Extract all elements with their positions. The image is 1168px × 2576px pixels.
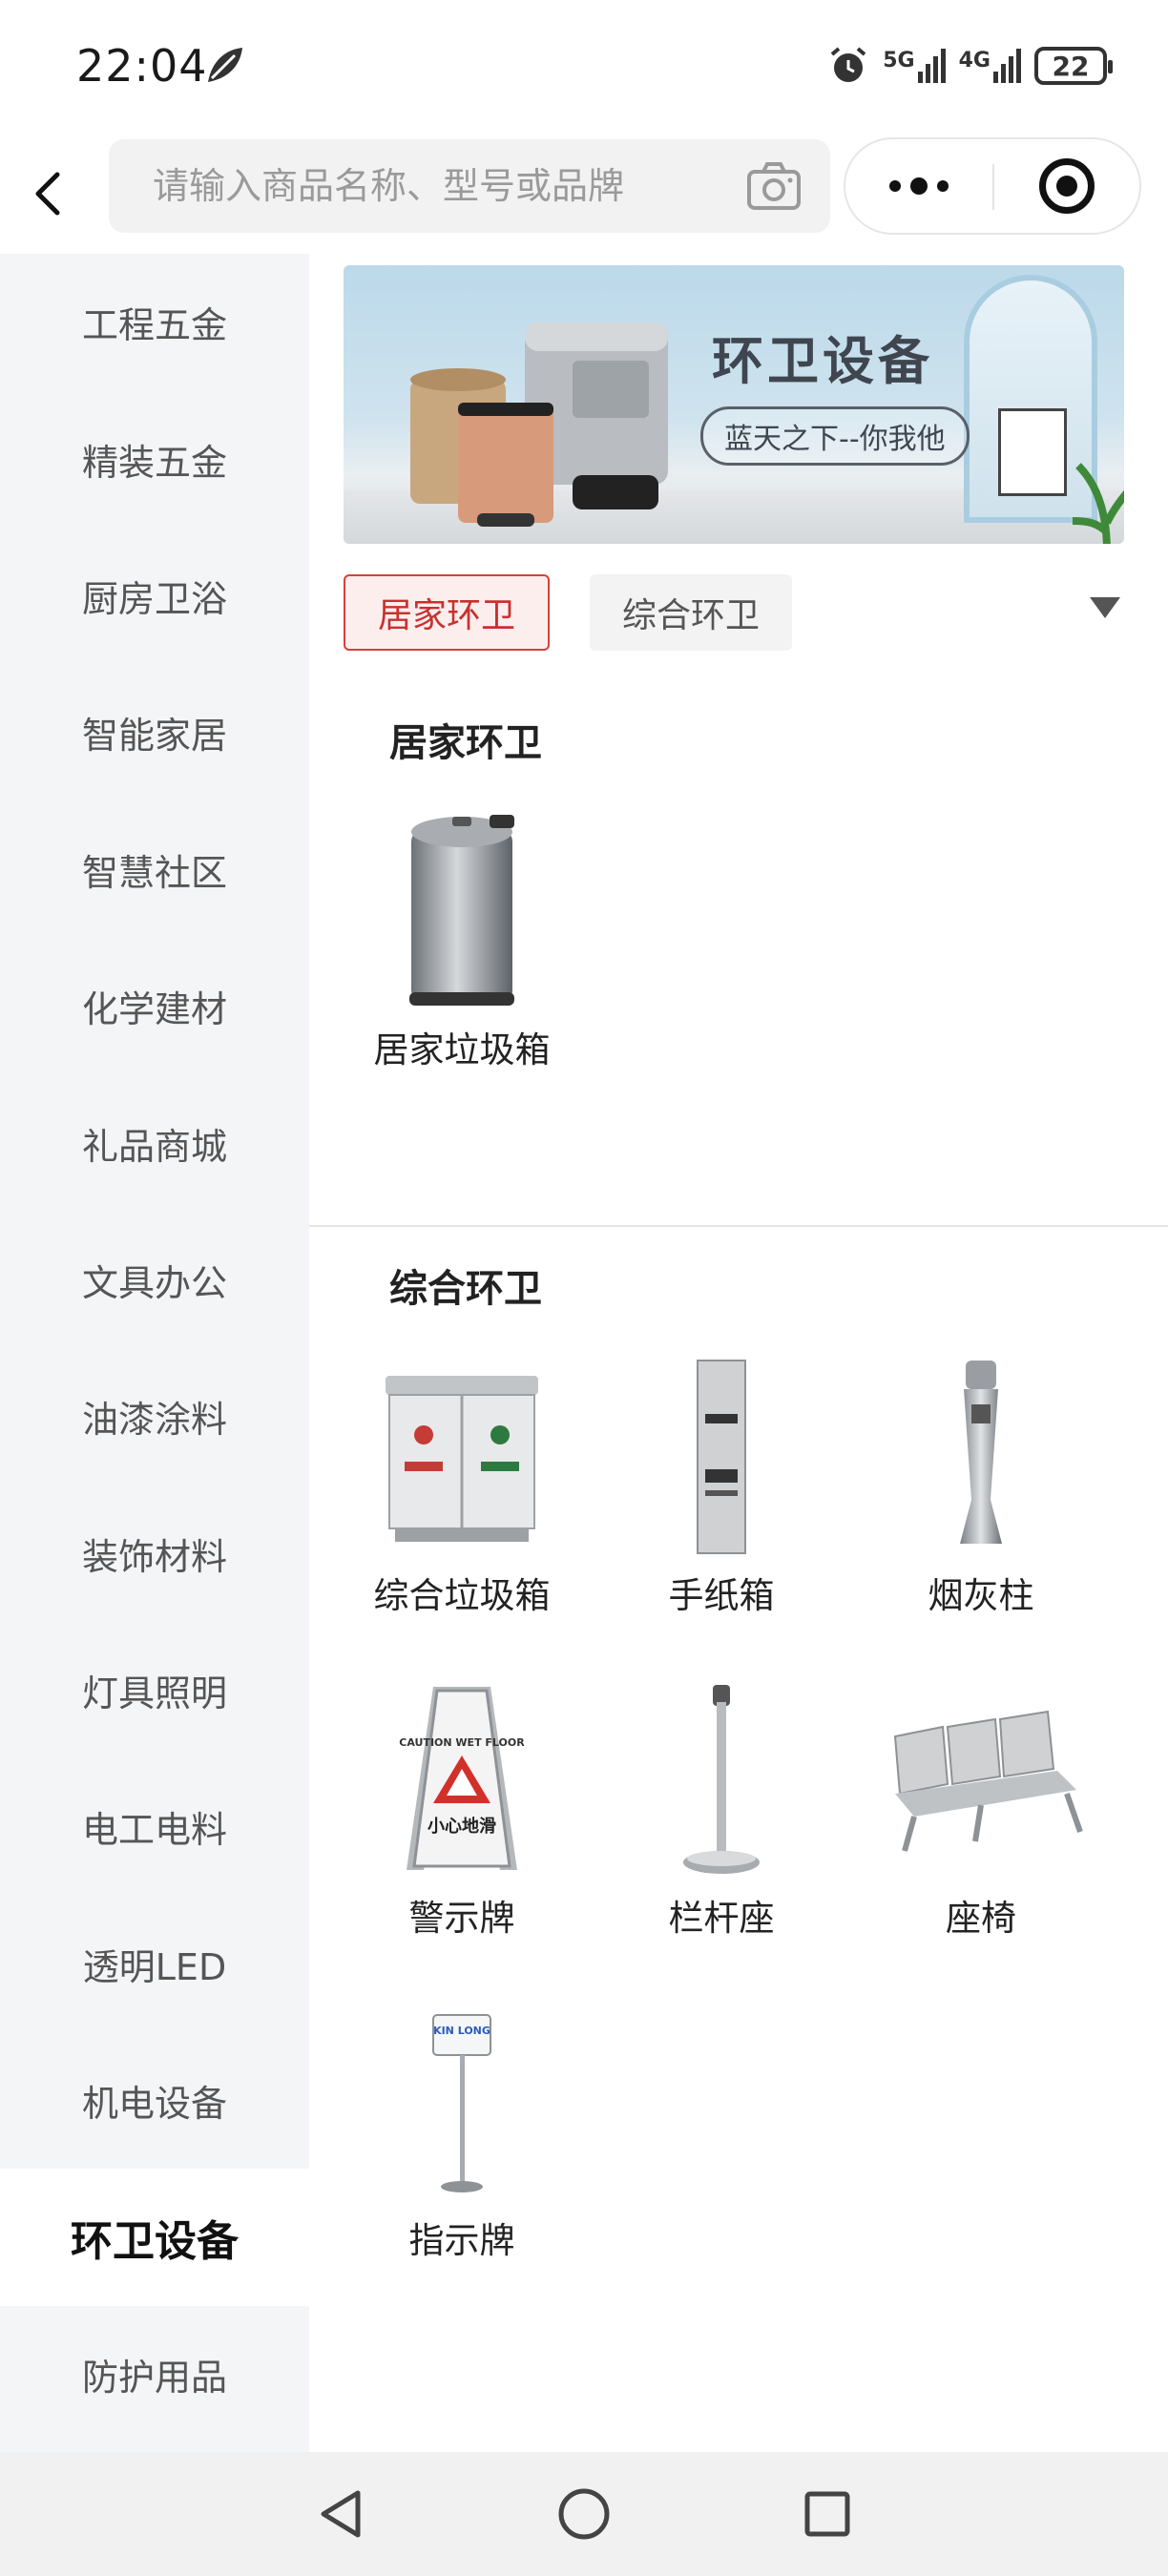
triangle-back-icon — [321, 2490, 361, 2538]
ashtray-column-icon — [886, 1357, 1076, 1557]
product-stanchion[interactable]: 栏杆座 — [592, 1679, 851, 1941]
category-content: 环卫设备 蓝天之下--你我他 居家环卫 综合环卫 居家环卫 居家垃圾箱 综合环卫 — [309, 254, 1168, 2452]
warning-sign-icon: CAUTION WET FLOOR 小心地滑 — [366, 1679, 557, 1880]
nav-recents-button[interactable] — [792, 2479, 863, 2549]
target-icon — [1039, 158, 1095, 214]
signal-5g-icon: 5G — [883, 49, 946, 83]
battery-icon: 22 — [1034, 47, 1113, 85]
sidebar-item-stationery[interactable]: 文具办公 — [0, 1212, 309, 1348]
stanchion-icon — [626, 1679, 817, 1880]
sidebar-item-chemical-materials[interactable]: 化学建材 — [0, 938, 309, 1074]
section-divider — [309, 1225, 1168, 1227]
circle-home-icon — [558, 2488, 610, 2540]
sidebar-item-sanitation[interactable]: 环卫设备 — [0, 2169, 309, 2306]
trash-bins-illustration — [410, 322, 668, 527]
section-title-home: 居家环卫 — [389, 721, 542, 765]
close-miniprogram-button[interactable] — [994, 139, 1139, 233]
product-general-trash-bin[interactable]: 综合垃圾箱 — [332, 1357, 592, 1618]
sidebar-item-mechatronics[interactable]: 机电设备 — [0, 2032, 309, 2169]
product-name: 居家垃圾箱 — [373, 1029, 551, 1070]
status-bar: 22:04 5G 4G 22 — [0, 0, 1168, 134]
slippery-label: 小心地滑 — [428, 1816, 496, 1837]
product-name: 手纸箱 — [668, 1575, 775, 1616]
more-button[interactable] — [845, 139, 992, 233]
search-box[interactable] — [109, 139, 830, 233]
pedal-bin-icon — [366, 811, 557, 1011]
leaf-icon — [208, 48, 242, 82]
product-sign-stand[interactable]: KIN LONG 指示牌 — [332, 2002, 592, 2263]
palm-leaf-icon — [1072, 463, 1124, 544]
square-recents-icon — [804, 2491, 850, 2537]
paper-dispenser-icon — [626, 1357, 817, 1557]
signal-4g-icon: 4G — [959, 49, 1021, 83]
sidebar-item-paints[interactable]: 油漆涂料 — [0, 1348, 309, 1485]
system-nav-bar — [0, 2452, 1168, 2576]
nav-home-button[interactable] — [549, 2479, 619, 2549]
product-name: 栏杆座 — [668, 1898, 775, 1939]
product-bench[interactable]: 座椅 — [851, 1679, 1111, 1941]
sidebar-item-electrical[interactable]: 电工电料 — [0, 1758, 309, 1895]
sidebar-item-smart-home[interactable]: 智能家居 — [0, 664, 309, 800]
status-icons: 5G 4G 22 — [827, 42, 1113, 90]
sidebar-item-engineering-hardware[interactable]: 工程五金 — [0, 254, 309, 390]
bench-icon — [871, 1679, 1091, 1880]
product-name: 烟灰柱 — [928, 1575, 1034, 1616]
brand-label: KIN LONG — [433, 2025, 490, 2037]
sidebar-item-protective[interactable]: 防护用品 — [0, 2306, 309, 2442]
more-dots-icon — [889, 180, 901, 192]
caret-down-icon[interactable] — [1090, 597, 1120, 618]
subcategory-tabs: 居家环卫 综合环卫 — [344, 574, 1136, 651]
product-name: 综合垃圾箱 — [373, 1575, 551, 1616]
battery-level: 22 — [1052, 50, 1090, 82]
product-name: 座椅 — [946, 1898, 1016, 1939]
sign-stand-icon: KIN LONG — [366, 2002, 557, 2202]
category-banner[interactable]: 环卫设备 蓝天之下--你我他 — [344, 265, 1124, 544]
section-title-general: 综合环卫 — [389, 1267, 542, 1311]
banner-plant-frame — [998, 408, 1067, 496]
product-name: 指示牌 — [408, 2220, 515, 2261]
product-ashtray-column[interactable]: 烟灰柱 — [851, 1357, 1111, 1618]
camera-icon[interactable] — [746, 160, 802, 212]
miniprogram-capsule — [844, 137, 1141, 235]
product-home-trash-bin[interactable]: 居家垃圾箱 — [332, 811, 592, 1072]
signal-5g-label: 5G — [883, 49, 915, 73]
category-sidebar: 工程五金 精装五金 厨房卫浴 智能家居 智慧社区 化学建材 礼品商城 文具办公 … — [0, 254, 309, 2452]
nav-back-button[interactable] — [305, 2479, 376, 2549]
product-name: 警示牌 — [408, 1898, 515, 1939]
sidebar-item-decor-materials[interactable]: 装饰材料 — [0, 1485, 309, 1622]
sidebar-item-smart-community[interactable]: 智慧社区 — [0, 801, 309, 938]
caution-label: CAUTION WET FLOOR — [399, 1736, 525, 1749]
sidebar-item-transparent-led[interactable]: 透明LED — [0, 1896, 309, 2032]
sidebar-item-lighting[interactable]: 灯具照明 — [0, 1622, 309, 1758]
search-input[interactable] — [153, 139, 716, 233]
sidebar-item-kitchen-bath[interactable]: 厨房卫浴 — [0, 528, 309, 664]
banner-subtitle: 蓝天之下--你我他 — [700, 406, 970, 466]
tab-home-sanitation[interactable]: 居家环卫 — [344, 574, 551, 651]
product-warning-sign[interactable]: CAUTION WET FLOOR 小心地滑 警示牌 — [332, 1679, 592, 1941]
back-button[interactable] — [19, 160, 76, 227]
recycle-bin-icon — [366, 1357, 557, 1557]
signal-4g-label: 4G — [958, 49, 991, 73]
alarm-icon — [830, 47, 866, 82]
sidebar-item-gift-mall[interactable]: 礼品商城 — [0, 1074, 309, 1211]
product-paper-dispenser[interactable]: 手纸箱 — [592, 1357, 851, 1618]
banner-title: 环卫设备 — [712, 330, 933, 391]
sidebar-item-finishing-hardware[interactable]: 精装五金 — [0, 390, 309, 527]
chevron-left-icon — [35, 172, 60, 216]
tab-general-sanitation[interactable]: 综合环卫 — [590, 574, 793, 651]
search-header — [0, 134, 1168, 254]
status-time: 22:04 — [76, 40, 208, 92]
